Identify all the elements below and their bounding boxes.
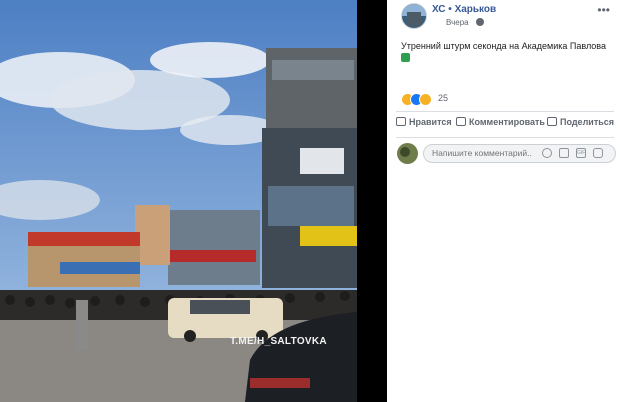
like-button[interactable]: Нравится <box>396 117 452 127</box>
comment-input[interactable] <box>432 145 532 162</box>
comment-box[interactable]: GIF <box>423 144 616 163</box>
comment-button-label: Комментировать <box>469 117 545 127</box>
post-timestamp[interactable]: Вчера <box>446 18 469 27</box>
photo-watermark: T.ME/H_SALTOVKA <box>230 336 327 347</box>
more-options-icon[interactable]: ••• <box>597 3 610 17</box>
comment-button[interactable]: Комментировать <box>456 117 545 127</box>
gif-icon[interactable]: GIF <box>576 148 586 158</box>
reaction-count[interactable]: 25 <box>438 93 448 103</box>
globe-icon <box>476 18 484 26</box>
camera-icon[interactable] <box>559 148 569 158</box>
comment-icon <box>456 117 466 126</box>
page-avatar[interactable] <box>401 3 427 29</box>
flag-icon <box>401 53 410 62</box>
post-panel: ХС • Харьков Вчера ••• Утренний штурм се… <box>389 0 620 402</box>
share-button-label: Поделиться <box>560 117 615 127</box>
post-photo[interactable]: T.ME/H_SALTOVKA <box>0 0 357 402</box>
thumb-up-icon <box>396 117 406 126</box>
share-button[interactable]: Поделиться <box>547 117 614 127</box>
like-button-label: Нравится <box>409 117 452 127</box>
emoji-icon[interactable] <box>542 148 552 158</box>
action-bar: Нравится Комментировать Поделиться <box>396 114 614 134</box>
sticker-icon[interactable] <box>593 148 603 158</box>
page-name-link[interactable]: ХС • Харьков <box>432 4 496 15</box>
share-icon <box>547 117 557 126</box>
haha-reaction-icon <box>419 93 432 106</box>
photo-panel-divider <box>357 0 387 402</box>
divider <box>396 111 614 112</box>
user-avatar[interactable] <box>397 143 418 164</box>
post-text: Утренний штурм секонда на Академика Павл… <box>401 41 606 51</box>
divider <box>396 137 614 138</box>
post-header: ХС • Харьков Вчера ••• <box>401 3 616 31</box>
